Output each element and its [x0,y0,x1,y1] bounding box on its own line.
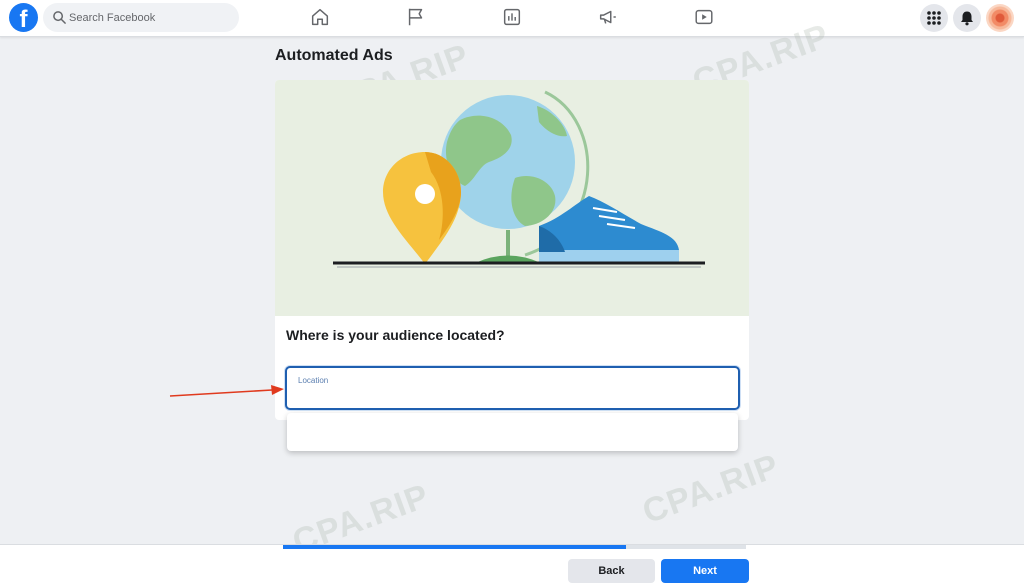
annotation-arrow-icon [169,385,284,397]
progress-bar [283,545,746,549]
top-navigation-bar: f [0,0,1024,37]
footer-bar [0,545,1024,587]
ads-manager-chart-icon[interactable] [501,6,523,28]
facebook-logo[interactable]: f [9,3,38,32]
audience-location-question: Where is your audience located? [286,327,505,343]
location-field[interactable]: Location [285,366,740,410]
notifications-bell-icon[interactable] [953,4,981,32]
search-input[interactable] [69,3,229,32]
search-box[interactable] [43,3,239,32]
home-icon[interactable] [309,6,331,28]
next-button[interactable]: Next [661,559,749,583]
page-title: Automated Ads [275,47,393,64]
megaphone-icon[interactable] [597,6,619,28]
grid-menu-icon[interactable] [920,4,948,32]
location-suggestions-dropdown[interactable] [287,413,738,451]
avatar[interactable] [986,4,1014,32]
location-label: Location [298,376,329,385]
back-button[interactable]: Back [568,559,655,583]
video-icon[interactable] [693,6,715,28]
search-icon [53,11,66,24]
pages-flag-icon[interactable] [405,6,427,28]
watermark: CPA.RIP [637,446,785,532]
location-illustration [275,80,749,316]
progress-bar-fill [283,545,626,549]
location-input[interactable] [297,388,727,404]
